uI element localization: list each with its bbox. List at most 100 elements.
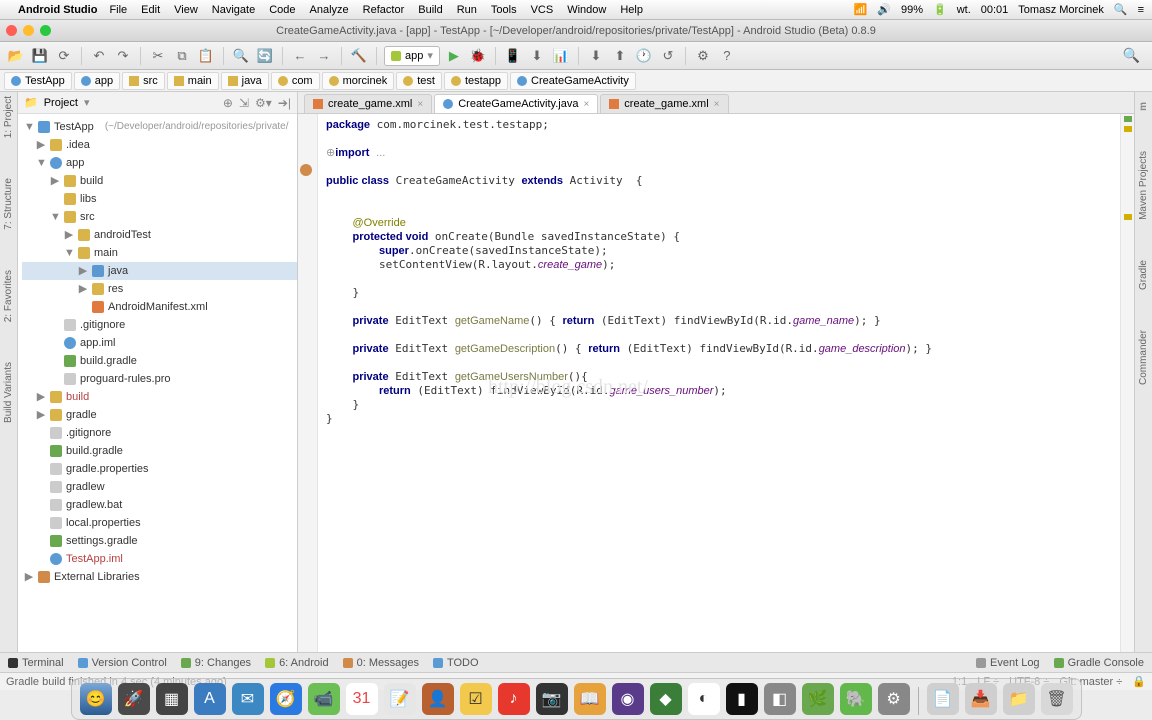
menu-edit[interactable]: Edit bbox=[141, 4, 160, 16]
dock-missioncontrol-icon[interactable]: ▦ bbox=[156, 683, 188, 715]
tree-settingsgradle[interactable]: settings.gradle bbox=[66, 533, 138, 549]
menu-vcs[interactable]: VCS bbox=[531, 4, 554, 16]
gutter-override-icon[interactable] bbox=[300, 164, 312, 176]
dock-mail-icon[interactable]: ✉ bbox=[232, 683, 264, 715]
crumb-morcinek[interactable]: morcinek bbox=[322, 72, 395, 90]
tree-buildgradle2[interactable]: build.gradle bbox=[66, 443, 123, 459]
dock-launchpad-icon[interactable]: 🚀 bbox=[118, 683, 150, 715]
volume-icon[interactable]: 🔊 bbox=[877, 3, 891, 16]
editor-gutter[interactable] bbox=[298, 114, 318, 652]
vcs-revert-icon[interactable]: ↺ bbox=[658, 46, 678, 66]
collapse-icon[interactable]: ⇲ bbox=[239, 96, 249, 110]
warning-mark-icon[interactable] bbox=[1124, 126, 1132, 132]
dock-androidstudio-icon[interactable]: ◆ bbox=[650, 683, 682, 715]
dock-trash-icon[interactable]: 🗑 bbox=[1041, 683, 1073, 715]
dock-evernote-icon[interactable]: 🐘 bbox=[840, 683, 872, 715]
sync-icon[interactable]: ⟳ bbox=[54, 46, 74, 66]
tree-gradlew[interactable]: gradlew bbox=[66, 479, 105, 495]
close-tab-icon[interactable]: × bbox=[583, 99, 589, 110]
left-tab-project[interactable]: 1: Project bbox=[3, 96, 14, 138]
tab-messages[interactable]: 0: Messages bbox=[343, 657, 419, 669]
sdk-icon[interactable]: ⬇ bbox=[527, 46, 547, 66]
tree-extlib[interactable]: External Libraries bbox=[54, 569, 140, 585]
tree-gradlewbat[interactable]: gradlew.bat bbox=[66, 497, 122, 513]
spotlight-icon[interactable]: 🔍 bbox=[1114, 3, 1128, 16]
vcs-commit-icon[interactable]: ⬆ bbox=[610, 46, 630, 66]
tree-gitignore2[interactable]: .gitignore bbox=[66, 425, 111, 441]
tree-app[interactable]: app bbox=[66, 155, 84, 171]
warning-mark-icon[interactable] bbox=[1124, 214, 1132, 220]
paste-icon[interactable]: 📋 bbox=[196, 46, 216, 66]
left-tab-structure[interactable]: 7: Structure bbox=[3, 178, 14, 230]
find-icon[interactable]: 🔍 bbox=[231, 46, 251, 66]
editor-tab-1[interactable]: create_game.xml× bbox=[304, 94, 432, 113]
chevron-down-icon[interactable]: ▾ bbox=[84, 96, 90, 109]
undo-icon[interactable]: ↶ bbox=[89, 46, 109, 66]
right-tab-commander[interactable]: Commander bbox=[1138, 330, 1149, 385]
help-icon[interactable]: ? bbox=[717, 46, 737, 66]
tree-build2[interactable]: build bbox=[66, 389, 89, 405]
tree-appiml[interactable]: app.iml bbox=[80, 335, 115, 351]
cut-icon[interactable]: ✂ bbox=[148, 46, 168, 66]
tab-android[interactable]: 6: Android bbox=[265, 657, 329, 669]
avd-icon[interactable]: 📱 bbox=[503, 46, 523, 66]
tree-main[interactable]: main bbox=[94, 245, 118, 261]
dock-chrome-icon[interactable]: ◐ bbox=[688, 683, 720, 715]
vcs-history-icon[interactable]: 🕐 bbox=[634, 46, 654, 66]
menu-refactor[interactable]: Refactor bbox=[363, 4, 405, 16]
run-config-selector[interactable]: app ▾ bbox=[384, 46, 440, 66]
dock-folder-icon[interactable]: 📁 bbox=[1003, 683, 1035, 715]
run-icon[interactable]: ▶ bbox=[444, 46, 464, 66]
menu-tools[interactable]: Tools bbox=[491, 4, 517, 16]
crumb-testapp[interactable]: TestApp bbox=[4, 72, 72, 90]
tree-build[interactable]: build bbox=[80, 173, 103, 189]
menu-navigate[interactable]: Navigate bbox=[212, 4, 255, 16]
right-tab-gradle[interactable]: Gradle bbox=[1138, 260, 1149, 290]
dock-settings-icon[interactable]: ⚙ bbox=[878, 683, 910, 715]
dock-contacts-icon[interactable]: 👤 bbox=[422, 683, 454, 715]
make-icon[interactable]: 🔨 bbox=[349, 46, 369, 66]
editor-tab-3[interactable]: create_game.xml× bbox=[600, 94, 728, 113]
tree-gradleprops[interactable]: gradle.properties bbox=[66, 461, 149, 477]
copy-icon[interactable]: ⧉ bbox=[172, 46, 192, 66]
ddms-icon[interactable]: 📊 bbox=[551, 46, 571, 66]
dock-calendar-icon[interactable]: 31 bbox=[346, 683, 378, 715]
menu-window[interactable]: Window bbox=[567, 4, 606, 16]
crumb-app[interactable]: app bbox=[74, 72, 120, 90]
redo-icon[interactable]: ↷ bbox=[113, 46, 133, 66]
dock-generic-icon[interactable]: ◧ bbox=[764, 683, 796, 715]
tree-proguard[interactable]: proguard-rules.pro bbox=[80, 371, 171, 387]
tree-testappiml[interactable]: TestApp.iml bbox=[66, 551, 123, 567]
left-tab-buildvariants[interactable]: Build Variants bbox=[3, 362, 14, 423]
dock-eclipse-icon[interactable]: ◉ bbox=[612, 683, 644, 715]
crumb-test[interactable]: test bbox=[396, 72, 442, 90]
tree-libs[interactable]: libs bbox=[80, 191, 97, 207]
menu-view[interactable]: View bbox=[174, 4, 198, 16]
menu-run[interactable]: Run bbox=[457, 4, 477, 16]
dock-document-icon[interactable]: 📄 bbox=[927, 683, 959, 715]
menu-analyze[interactable]: Analyze bbox=[310, 4, 349, 16]
menubar-app[interactable]: Android Studio bbox=[18, 4, 97, 16]
debug-icon[interactable]: 🐞 bbox=[468, 46, 488, 66]
tree-java[interactable]: java bbox=[108, 263, 128, 279]
code-content[interactable]: package com.morcinek.test.testapp; ⊕impo… bbox=[318, 114, 1120, 652]
tab-terminal[interactable]: Terminal bbox=[8, 657, 64, 669]
tree-localprops[interactable]: local.properties bbox=[66, 515, 141, 531]
back-icon[interactable]: ← bbox=[290, 46, 310, 66]
notification-icon[interactable]: ≡ bbox=[1138, 4, 1144, 16]
replace-icon[interactable]: 🔄 bbox=[255, 46, 275, 66]
tree-root[interactable]: TestApp bbox=[54, 119, 94, 135]
crumb-class[interactable]: CreateGameActivity bbox=[510, 72, 636, 90]
tab-eventlog[interactable]: Event Log bbox=[976, 657, 1040, 669]
close-tab-icon[interactable]: × bbox=[417, 99, 423, 110]
tab-todo[interactable]: TODO bbox=[433, 657, 479, 669]
menu-build[interactable]: Build bbox=[418, 4, 442, 16]
menu-file[interactable]: File bbox=[109, 4, 127, 16]
dock-safari-icon[interactable]: 🧭 bbox=[270, 683, 302, 715]
tree-src[interactable]: src bbox=[80, 209, 95, 225]
dock-notes-icon[interactable]: 📝 bbox=[384, 683, 416, 715]
dock-facetime-icon[interactable]: 📹 bbox=[308, 683, 340, 715]
tree-buildgradle[interactable]: build.gradle bbox=[80, 353, 137, 369]
left-tab-favorites[interactable]: 2: Favorites bbox=[3, 270, 14, 322]
tree-gitignore[interactable]: .gitignore bbox=[80, 317, 125, 333]
